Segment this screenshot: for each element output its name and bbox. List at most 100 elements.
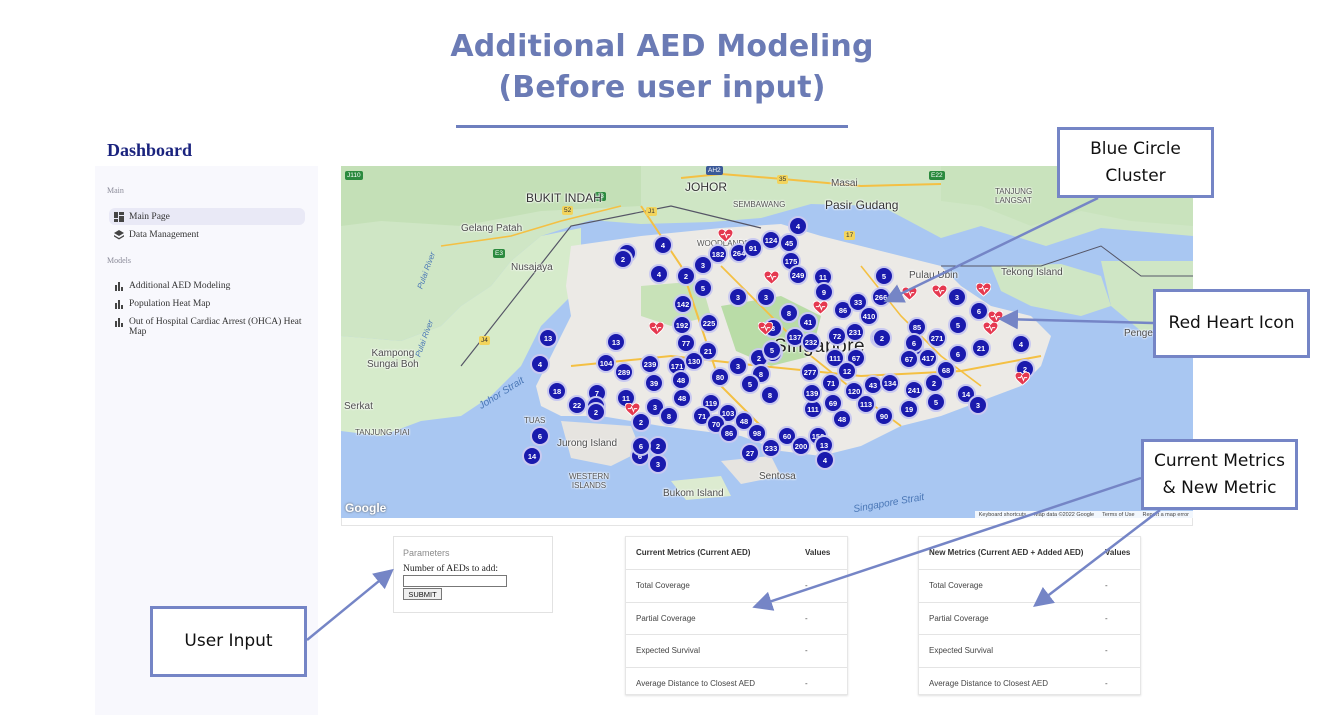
cluster-marker[interactable]: 113: [856, 394, 876, 414]
cluster-marker[interactable]: 239: [640, 354, 660, 374]
heart-icon[interactable]: [625, 403, 640, 417]
cluster-marker[interactable]: 277: [800, 362, 820, 382]
cluster-marker[interactable]: 5: [740, 374, 760, 394]
heart-icon[interactable]: [932, 285, 947, 299]
cluster-marker[interactable]: 130: [684, 351, 704, 371]
cluster-marker[interactable]: 86: [719, 423, 739, 443]
cluster-marker[interactable]: 18: [547, 381, 567, 401]
cluster-marker[interactable]: 4: [815, 450, 835, 470]
heart-icon[interactable]: [813, 301, 828, 315]
cluster-marker[interactable]: 5: [693, 278, 713, 298]
cluster-marker[interactable]: 232: [801, 332, 821, 352]
cluster-marker[interactable]: 45: [779, 233, 799, 253]
singapore-map[interactable]: J110 AH2 35 E22 J3 52 J1 E3 17 J4 JOHOR …: [341, 166, 1193, 519]
heart-icon[interactable]: [718, 229, 733, 243]
cluster-marker[interactable]: 9: [814, 282, 834, 302]
cluster-marker[interactable]: 249: [788, 265, 808, 285]
cluster-marker[interactable]: 6: [969, 301, 989, 321]
cluster-marker[interactable]: 5: [926, 392, 946, 412]
cluster-marker[interactable]: 48: [832, 409, 852, 429]
cluster-marker[interactable]: 417: [918, 348, 938, 368]
bar-chart-icon: [114, 318, 124, 327]
heart-icon[interactable]: [1015, 372, 1030, 386]
cluster-marker[interactable]: 104: [596, 353, 616, 373]
cluster-marker[interactable]: 6: [631, 436, 651, 456]
cluster-marker[interactable]: 71: [821, 373, 841, 393]
cluster-marker[interactable]: 134: [880, 373, 900, 393]
cluster-marker[interactable]: 21: [971, 338, 991, 358]
sidebar-item-ohca-heat-map[interactable]: Out of Hospital Cardiac Arrest (OHCA) He…: [109, 317, 305, 337]
cluster-marker[interactable]: 266: [871, 287, 891, 307]
sidebar-item-data-management[interactable]: Data Management: [109, 226, 305, 243]
cluster-marker[interactable]: 5: [874, 266, 894, 286]
cluster-marker[interactable]: 6: [530, 426, 550, 446]
cluster-marker[interactable]: 14: [522, 446, 542, 466]
cluster-marker[interactable]: 142: [673, 294, 693, 314]
cluster-marker[interactable]: 4: [530, 354, 550, 374]
cluster-marker[interactable]: 2: [872, 328, 892, 348]
cluster-marker[interactable]: 68: [936, 360, 956, 380]
cluster-marker[interactable]: 200: [791, 436, 811, 456]
heart-icon[interactable]: [764, 271, 779, 285]
cluster-marker[interactable]: 77: [676, 333, 696, 353]
cluster-marker[interactable]: 4: [653, 235, 673, 255]
cluster-marker[interactable]: 410: [859, 306, 879, 326]
cluster-marker[interactable]: 41: [798, 312, 818, 332]
cluster-marker[interactable]: 2: [648, 436, 668, 456]
cluster-marker[interactable]: 13: [538, 328, 558, 348]
cluster-marker[interactable]: 39: [644, 373, 664, 393]
cluster-marker[interactable]: 72: [827, 326, 847, 346]
table-row: Total Coverage -: [626, 570, 847, 603]
cluster-marker[interactable]: 3: [756, 287, 776, 307]
callout-metrics: Current Metrics & New Metric: [1141, 439, 1298, 510]
cluster-marker[interactable]: 5: [762, 340, 782, 360]
cluster-marker[interactable]: 139: [802, 383, 822, 403]
cluster-marker[interactable]: 8: [760, 385, 780, 405]
cluster-marker[interactable]: 22: [567, 395, 587, 415]
bar-chart-icon: [114, 282, 124, 291]
cluster-marker[interactable]: 48: [671, 370, 691, 390]
cluster-marker[interactable]: 48: [672, 388, 692, 408]
cluster-marker[interactable]: 3: [648, 454, 668, 474]
cluster-marker[interactable]: 289: [614, 362, 634, 382]
heart-icon[interactable]: [649, 322, 664, 336]
cluster-marker[interactable]: 4: [788, 216, 808, 236]
heart-icon[interactable]: [902, 287, 917, 301]
sidebar-item-population-heat-map[interactable]: Population Heat Map: [109, 299, 305, 309]
cluster-marker[interactable]: 91: [743, 238, 763, 258]
cluster-marker[interactable]: 3: [728, 287, 748, 307]
cluster-marker[interactable]: 225: [699, 313, 719, 333]
cluster-marker[interactable]: 271: [927, 328, 947, 348]
google-logo: Google: [345, 501, 387, 515]
cluster-marker[interactable]: 233: [761, 438, 781, 458]
cluster-marker[interactable]: 8: [659, 406, 679, 426]
table-row: Average Distance to Closest AED -: [626, 668, 847, 700]
cluster-marker[interactable]: 182: [708, 244, 728, 264]
cluster-marker[interactable]: 3: [968, 395, 988, 415]
heart-icon[interactable]: [758, 322, 773, 336]
cluster-marker[interactable]: 27: [740, 443, 760, 463]
cluster-marker[interactable]: 192: [672, 315, 692, 335]
sidebar-item-main-page[interactable]: Main Page: [109, 208, 305, 225]
cluster-marker[interactable]: 231: [845, 322, 865, 342]
cluster-marker[interactable]: 3: [947, 287, 967, 307]
cluster-marker[interactable]: 80: [710, 367, 730, 387]
sidebar-item-additional-aed[interactable]: Additional AED Modeling: [109, 281, 305, 291]
cluster-marker[interactable]: 67: [899, 349, 919, 369]
cluster-marker[interactable]: 2: [613, 249, 633, 269]
aed-count-input[interactable]: [403, 575, 507, 587]
cluster-marker[interactable]: 241: [904, 380, 924, 400]
heart-icon[interactable]: [983, 322, 998, 336]
cluster-marker[interactable]: 8: [779, 303, 799, 323]
cluster-marker[interactable]: 3: [728, 356, 748, 376]
cluster-marker[interactable]: 90: [874, 406, 894, 426]
cluster-marker[interactable]: 19: [899, 399, 919, 419]
cluster-marker[interactable]: 13: [606, 332, 626, 352]
cluster-marker[interactable]: 124: [761, 230, 781, 250]
cluster-marker[interactable]: 4: [649, 264, 669, 284]
cluster-marker[interactable]: 5: [948, 315, 968, 335]
cluster-marker[interactable]: 2: [586, 402, 606, 422]
submit-button[interactable]: SUBMIT: [403, 588, 442, 600]
cluster-marker[interactable]: 4: [1011, 334, 1031, 354]
heart-icon[interactable]: [976, 283, 991, 297]
